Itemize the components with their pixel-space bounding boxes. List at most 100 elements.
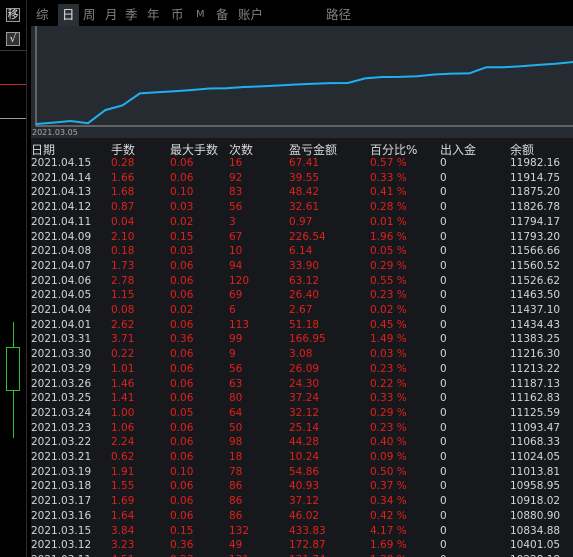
deposit-withdraw-cell: 0 [440,215,447,228]
date-cell: 2021.03.31 [31,333,92,346]
table-row[interactable]: 2021.03.22 2.24 0.06 98 44.28 0.40 % 0 11068.33 [31,435,573,450]
percent-cell: 1.96 % [370,230,407,243]
percent-cell: 0.33 % [370,392,407,405]
tab-8[interactable]: 备 [216,4,229,26]
tab-7[interactable]: M [196,4,205,26]
percent-cell: 0.23 % [370,421,407,434]
count-cell: 94 [229,259,243,272]
percent-cell: 0.28 % [370,201,407,214]
tab-5[interactable]: 年 [147,4,160,26]
date-cell: 2021.04.12 [31,201,92,214]
tab-4[interactable]: 季 [125,4,138,26]
deposit-withdraw-cell: 0 [440,362,447,375]
max-lots-cell: 0.06 [170,259,194,272]
table-row[interactable]: 2021.04.11 0.04 0.02 3 0.97 0.01 % 0 11794.17 [31,215,573,230]
table-row[interactable]: 2021.03.30 0.22 0.06 9 3.08 0.03 % 0 11216.30 [31,347,573,362]
tab-9[interactable]: 账户 [238,4,263,26]
pnl-cell: 226.54 [289,230,326,243]
date-cell: 2021.03.19 [31,465,92,478]
check-toggle[interactable]: √ [6,32,20,46]
table-row[interactable]: 2021.04.04 0.08 0.02 6 2.67 0.02 % 0 11437.10 [31,303,573,318]
count-cell: 80 [229,392,243,405]
balance-cell: 11187.13 [510,377,561,390]
pnl-cell: 433.83 [289,524,326,537]
lots-cell: 1.69 [111,495,135,508]
table-row[interactable]: 2021.03.17 1.69 0.06 86 37.12 0.34 % 0 10918.02 [31,494,573,509]
balance-point [329,82,332,84]
table-row[interactable]: 2021.03.29 1.01 0.06 56 26.09 0.23 % 0 11213.22 [31,362,573,377]
table-row[interactable]: 2021.03.16 1.64 0.06 86 46.02 0.42 % 0 10880.90 [31,509,573,524]
percent-cell: 1.30 % [370,553,407,557]
lots-cell: 3.23 [111,539,135,552]
max-lots-cell: 0.06 [170,421,194,434]
table-row[interactable]: 2021.04.09 2.10 0.15 67 226.54 1.96 % 0 11793.2… [31,230,573,245]
balance-chart-svg: 2021.03.05 [32,26,573,137]
table-row[interactable]: 2021.04.14 1.66 0.06 92 39.55 0.33 % 0 11914.75 [31,171,573,186]
table-row[interactable]: 2021.03.24 1.00 0.05 64 32.12 0.29 % 0 11125.59 [31,406,573,421]
balance-point [139,92,141,95]
period-tabs: 综日周月季年币 M 备账户 路径 [26,4,573,26]
table-row[interactable]: 2021.04.08 0.18 0.03 10 6.14 0.05 % 0 11566.66 [31,244,573,259]
lots-cell: 0.04 [111,215,135,228]
percent-cell: 0.05 % [370,245,407,258]
table-row[interactable]: 2021.04.07 1.73 0.06 94 33.90 0.29 % 0 11560.52 [31,259,573,274]
max-lots-cell: 0.06 [170,392,194,405]
pnl-cell: 37.24 [289,392,320,405]
count-cell: 6 [229,304,236,316]
date-cell: 2021.04.15 [31,157,92,169]
date-cell: 2021.03.15 [31,524,92,537]
lots-cell: 0.62 [111,451,135,463]
table-row[interactable]: 2021.03.23 1.06 0.06 50 25.14 0.23 % 0 11093.47 [31,421,573,436]
table-row[interactable]: 2021.04.05 1.15 0.06 69 26.40 0.23 % 0 11463.50 [31,288,573,303]
x-start-label: 2021.03.05 [32,128,78,137]
table-row[interactable]: 2021.04.01 2.62 0.06 113 51.18 0.45 % 0 11434.4… [31,318,573,333]
table-row[interactable]: 2021.03.21 0.62 0.06 18 10.24 0.09 % 0 11024.05 [31,450,573,465]
count-cell: 92 [229,171,243,184]
table-row[interactable]: 2021.03.26 1.46 0.06 63 24.30 0.22 % 0 11187.13 [31,377,573,392]
max-lots-cell: 0.10 [170,186,194,199]
count-cell: 18 [229,451,243,463]
count-cell: 83 [229,186,243,199]
move-button[interactable]: 移 [6,8,20,22]
tab-10[interactable]: 路径 [326,4,351,26]
table-row[interactable]: 2021.04.12 0.87 0.03 56 32.61 0.28 % 0 11826.78 [31,200,573,215]
table-row[interactable]: 2021.03.18 1.55 0.06 86 40.93 0.37 % 0 10958.95 [31,479,573,494]
table-row[interactable]: 2021.04.06 2.78 0.06 120 63.12 0.55 % 0 11526.6… [31,274,573,289]
percent-cell: 0.01 % [370,215,407,228]
lots-cell: 1.46 [111,377,135,390]
table-row[interactable]: 2021.03.31 3.71 0.36 99 166.95 1.49 % 0 11383.2… [31,332,573,347]
percent-cell: 1.49 % [370,333,407,346]
pnl-cell: 67.41 [289,157,320,169]
percent-cell: 0.40 % [370,436,407,449]
lots-cell: 1.68 [111,186,135,199]
count-cell: 98 [229,436,243,449]
balance-cell: 11463.50 [510,289,561,302]
balance-cell: 11383.25 [510,333,561,346]
percent-cell: 0.23 % [370,362,407,375]
table-row[interactable]: 2021.04.15 0.28 0.06 16 67.41 0.57 % 0 11982.16 [31,156,573,171]
table-row[interactable]: 2021.03.12 3.23 0.36 49 172.87 1.69 % 0 10401.0… [31,538,573,553]
lots-cell: 0.08 [111,304,135,316]
tab-0[interactable]: 综 [36,4,49,26]
tab-2[interactable]: 周 [83,4,96,26]
lots-cell: 2.10 [111,230,135,243]
pnl-cell: 24.30 [289,377,320,390]
tab-6[interactable]: 币 [171,4,184,26]
table-row[interactable]: 2021.03.19 1.91 0.10 78 54.86 0.50 % 0 11013.81 [31,465,573,480]
deposit-withdraw-cell: 0 [440,157,447,169]
balance-point [156,91,159,93]
count-cell: 78 [229,465,243,478]
balance-point [433,73,436,76]
count-cell: 86 [229,509,243,522]
table-row[interactable]: 2021.03.25 1.41 0.06 80 37.24 0.33 % 0 11162.83 [31,391,573,406]
table-row[interactable]: 2021.03.15 3.84 0.15 132 433.83 4.17 % 0 10834.… [31,524,573,539]
max-lots-cell: 0.06 [170,274,194,287]
table-row[interactable]: 2021.03.11 4.51 0.23 131 131.74 1.30 % 0 10228.… [31,553,573,557]
tab-1[interactable]: 日 [58,4,79,26]
percent-cell: 0.29 % [370,259,407,272]
balance-point [191,89,193,91]
percent-cell: 0.33 % [370,171,407,184]
max-lots-cell: 0.10 [170,465,194,478]
tab-3[interactable]: 月 [105,4,118,26]
table-row[interactable]: 2021.04.13 1.68 0.10 83 48.42 0.41 % 0 11875.20 [31,185,573,200]
